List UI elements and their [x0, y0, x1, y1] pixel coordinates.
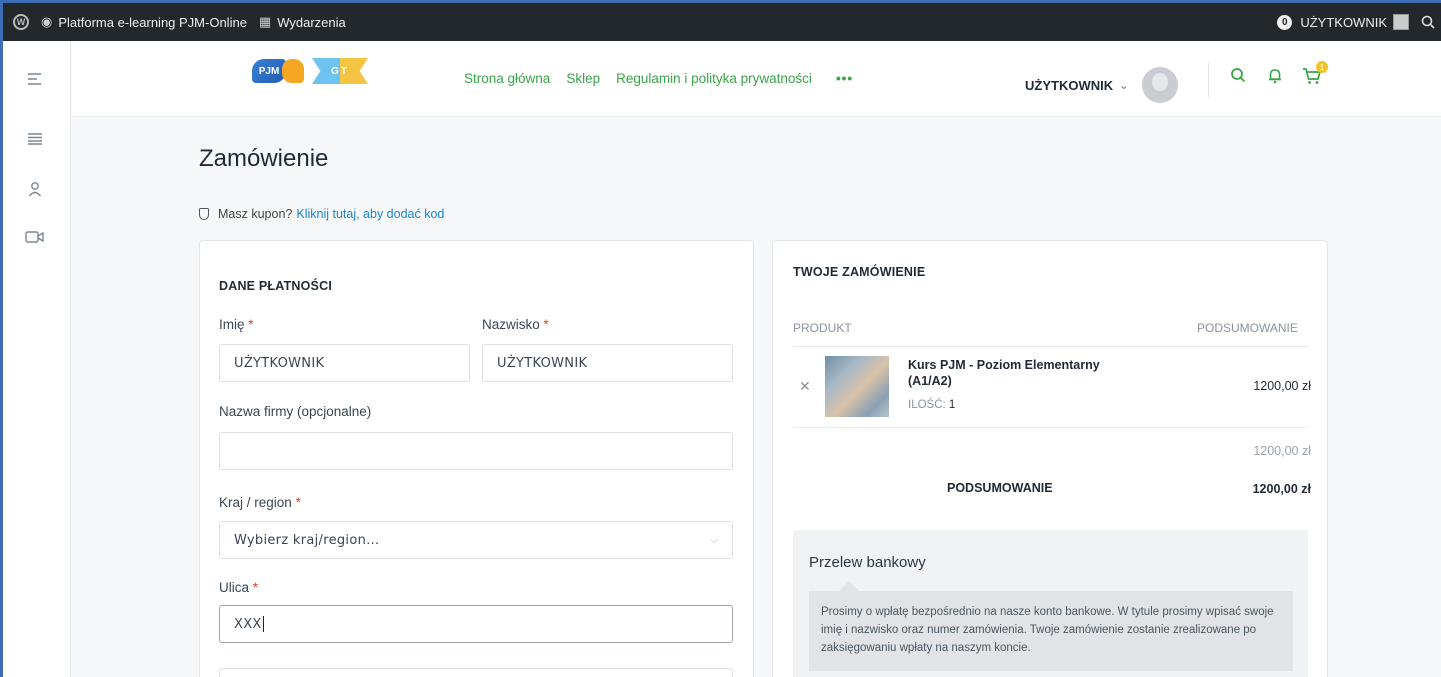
admin-user-name: UŻYTKOWNIK: [1300, 14, 1387, 30]
street-label: Ulica *: [219, 580, 258, 595]
first-name-label: Imię *: [219, 317, 254, 332]
wordpress-icon: W: [13, 14, 29, 30]
company-label: Nazwa firmy (opcjonalne): [219, 404, 372, 419]
events-label: Wydarzenia: [277, 14, 346, 30]
street-field[interactable]: XXX: [219, 605, 733, 643]
dashboard-icon: ◉: [41, 14, 53, 29]
order-title: TWOJE ZAMÓWIENIE: [793, 265, 926, 279]
toggle-menu-icon[interactable]: [25, 69, 45, 89]
total-label: PODSUMOWANIE: [947, 481, 1053, 495]
last-name-label-text: Nazwisko: [482, 317, 540, 332]
country-label: Kraj / region *: [219, 495, 301, 510]
calendar-icon: ▦: [258, 14, 272, 29]
qty-value: 1: [948, 399, 956, 411]
required-mark: *: [295, 495, 301, 510]
user-icon[interactable]: [25, 179, 45, 199]
gt-logo: GT: [312, 58, 368, 84]
cart-count-badge: 1: [1316, 61, 1328, 73]
search-icon: [1421, 15, 1435, 29]
bell-icon[interactable]: [1267, 67, 1283, 89]
payment-method-description: Prosimy o wpłatę bezpośrednio na nasze k…: [809, 581, 1293, 671]
company-field[interactable]: [219, 432, 733, 470]
billing-title: DANE PŁATNOŚCI: [219, 279, 332, 293]
search-icon[interactable]: [1230, 67, 1246, 88]
shield-icon: [199, 208, 209, 220]
col-summary-header: PODSUMOWANIE: [1197, 321, 1298, 335]
video-icon[interactable]: [25, 227, 45, 247]
admin-bar: W ◉ Platforma e-learning PJM-Online ▦ Wy…: [3, 3, 1441, 41]
page-title: Zamówienie: [199, 145, 329, 172]
required-mark: *: [248, 317, 254, 332]
street-line2-field[interactable]: [219, 668, 733, 677]
add-coupon-link[interactable]: Kliknij tutaj, aby dodać kod: [296, 207, 444, 221]
chevron-down-icon: ⌄: [1119, 79, 1129, 92]
street-value: XXX: [234, 616, 262, 632]
logo-text: PJM: [258, 65, 280, 77]
payment-method-title[interactable]: Przelew bankowy: [809, 554, 926, 571]
list-icon[interactable]: [25, 129, 45, 149]
site-header: PJM GT Strona główna Sklep Regulamin i p…: [72, 41, 1441, 117]
first-name-value: UŻYTKOWNIK: [234, 355, 325, 371]
required-mark: *: [252, 580, 259, 595]
divider: [793, 346, 1308, 347]
avatar: [1142, 67, 1179, 103]
first-name-label-text: Imię: [219, 317, 245, 332]
pjm-logo: PJM: [252, 59, 304, 83]
wordpress-logo-button[interactable]: W: [3, 3, 35, 41]
required-mark: *: [543, 317, 549, 332]
notifications-button[interactable]: 0 UŻYTKOWNIK: [1271, 3, 1415, 41]
nav-home-link[interactable]: Strona główna: [464, 71, 550, 86]
country-placeholder: Wybierz kraj/region…: [234, 532, 380, 548]
nav-terms-link[interactable]: Regulamin i polityka prywatności: [616, 71, 812, 86]
coupon-text: Masz kupon?: [218, 207, 293, 221]
last-name-label: Nazwisko *: [482, 317, 549, 332]
country-label-text: Kraj / region: [219, 495, 292, 510]
notification-count-badge: 0: [1277, 14, 1293, 30]
qty-label: ILOŚĆ:: [908, 399, 946, 411]
left-sidebar: [3, 41, 71, 677]
nav-shop-link[interactable]: Sklep: [566, 71, 600, 86]
logo2-text: GT: [331, 65, 349, 77]
col-product-header: PRODUKT: [793, 321, 852, 335]
country-select[interactable]: Wybierz kraj/region… ⌵: [219, 521, 733, 559]
chevron-down-icon: ⌵: [710, 534, 718, 546]
admin-avatar: [1393, 14, 1409, 30]
header-divider: [1208, 63, 1209, 97]
site-name-link[interactable]: ◉ Platforma e-learning PJM-Online: [35, 3, 253, 41]
main-nav: Strona główna Sklep Regulamin i polityka…: [464, 71, 853, 86]
product-thumbnail: [825, 356, 889, 417]
more-menu-button[interactable]: •••: [836, 71, 853, 86]
remove-item-icon[interactable]: ✕: [799, 378, 811, 395]
site-name-label: Platforma e-learning PJM-Online: [58, 14, 247, 30]
last-name-value: UŻYTKOWNIK: [497, 355, 588, 371]
subtotal-value: 1200,00 zł: [1253, 444, 1311, 458]
first-name-field[interactable]: UŻYTKOWNIK: [219, 344, 470, 382]
product-price: 1200,00 zł: [1253, 379, 1311, 393]
text-cursor: [262, 616, 264, 632]
street-label-text: Ulica: [219, 580, 250, 595]
last-name-field[interactable]: UŻYTKOWNIK: [482, 344, 733, 382]
user-name: UŻYTKOWNIK: [1025, 77, 1114, 93]
product-name: Kurs PJM - Poziom Elementarny (A1/A2): [908, 358, 1100, 388]
site-logo[interactable]: PJM GT: [252, 58, 368, 84]
divider: [793, 427, 1308, 428]
coupon-notice: Masz kupon? Kliknij tutaj, aby dodać kod: [199, 207, 444, 221]
events-link[interactable]: ▦ Wydarzenia: [253, 3, 352, 41]
product-quantity: ILOŚĆ: 1: [908, 399, 955, 411]
user-menu[interactable]: UŻYTKOWNIK ⌄: [1025, 67, 1179, 103]
admin-search-button[interactable]: [1415, 3, 1441, 41]
total-value: 1200,00 zł: [1252, 482, 1311, 496]
